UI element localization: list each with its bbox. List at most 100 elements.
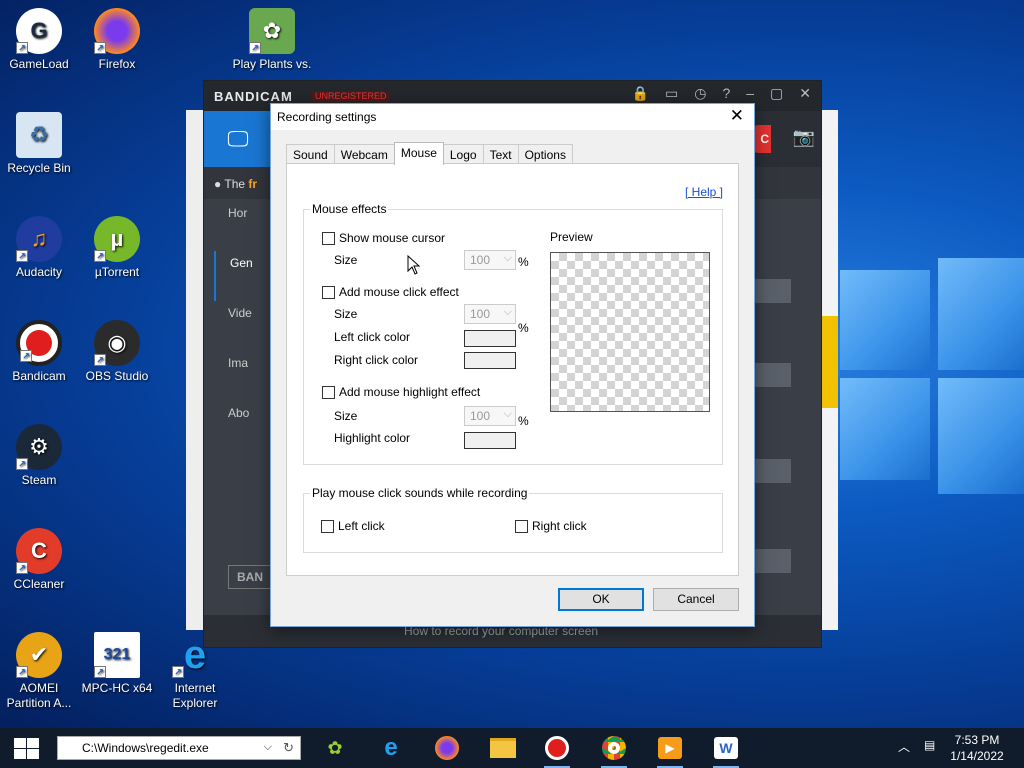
sidebar-item-image[interactable]: Ima — [214, 351, 274, 401]
help-icon[interactable]: ? — [722, 85, 730, 102]
tab-mouse[interactable]: Mouse — [393, 142, 444, 165]
dialog-titlebar: Recording settings ✕ — [271, 104, 754, 130]
desktop-icon-plants-vs-zombies[interactable]: ✿↗ Play Plants vs. Zombies — [232, 8, 312, 72]
plants-vs-zombies-icon: ✿ — [327, 737, 343, 758]
background-window-accent — [822, 316, 838, 408]
cursor-size-select[interactable]: 100 ⌵ — [464, 250, 516, 270]
desktop-icon-firefox[interactable]: ↗ Firefox — [77, 8, 157, 72]
desktop-icon-gameload[interactable]: G ↗ GameLoad — [0, 8, 79, 72]
taskbar-plants-vs-zombies[interactable]: ✿ — [320, 734, 350, 762]
left-click-color-swatch[interactable] — [464, 330, 516, 347]
ccleaner-icon: C ↗ — [16, 528, 62, 574]
screen-mode-icon[interactable]: 🖵 — [204, 111, 272, 167]
notification-icon[interactable]: ▤ — [924, 738, 935, 752]
clock-icon[interactable]: ◷ — [694, 85, 706, 102]
bandicam-title-icons: 🔒 ▭ ◷ ? – ▢ ✕ — [632, 85, 811, 102]
left-click-color-label: Left click color — [334, 330, 411, 344]
taskbar-file-explorer[interactable] — [488, 734, 518, 762]
settings-tabs: Sound Webcam Mouse Logo Text Options — [286, 142, 573, 165]
chevron-down-icon: ⌵ — [503, 408, 512, 420]
tab-logo[interactable]: Logo — [442, 144, 484, 165]
desktop-icon-utorrent[interactable]: µ ↗ µTorrent — [77, 216, 157, 280]
chevron-down-icon: ⌵ — [503, 252, 512, 264]
tab-options[interactable]: Options — [517, 144, 573, 165]
taskbar-media-player[interactable]: ▶ — [655, 734, 685, 768]
firefox-icon — [435, 736, 459, 760]
sidebar-item-about[interactable]: Abo — [214, 401, 274, 451]
sidebar-item-general[interactable]: Gen — [214, 251, 274, 301]
click-effect-row[interactable]: Add mouse click effect — [322, 285, 459, 299]
help-link[interactable]: [ Help ] — [685, 185, 723, 199]
desktop-icon-ccleaner[interactable]: C ↗ CCleaner — [0, 528, 79, 592]
click-size-label: Size — [334, 307, 358, 321]
refresh-icon[interactable]: ↻ — [283, 740, 294, 756]
cancel-button[interactable]: Cancel — [653, 588, 739, 611]
right-click-sound-label: Right click — [532, 519, 587, 533]
maximize-icon[interactable]: ▢ — [770, 85, 783, 102]
show-cursor-row[interactable]: Show mouse cursor — [322, 231, 445, 245]
plants-vs-zombies-icon: ✿ ↗ — [249, 8, 295, 54]
click-size-select[interactable]: 100 ⌵ — [464, 304, 516, 324]
sidebar-item-video[interactable]: Vide — [214, 301, 274, 351]
show-cursor-checkbox[interactable] — [322, 231, 335, 245]
chevron-down-icon[interactable]: ⌵ — [264, 741, 272, 754]
desktop-icon-mpc-hc[interactable]: 321 ↗ MPC-HC x64 — [77, 632, 157, 696]
tab-webcam[interactable]: Webcam — [333, 144, 395, 165]
taskbar-writer[interactable]: W — [711, 734, 741, 768]
taskbar-firefox[interactable] — [432, 734, 462, 762]
dialog-close-icon[interactable]: ✕ — [730, 106, 744, 126]
left-click-sound-label: Left click — [338, 519, 385, 533]
highlight-size-select[interactable]: 100 ⌵ — [464, 406, 516, 426]
highlight-effect-label: Add mouse highlight effect — [339, 385, 481, 399]
dialog-title: Recording settings — [277, 110, 377, 124]
mouse-tab-panel: [ Help ] Mouse effects Show mouse cursor… — [286, 163, 739, 576]
folder-icon[interactable]: ▭ — [665, 85, 678, 102]
chevron-up-icon[interactable]: ︿ — [898, 738, 910, 755]
highlight-color-swatch[interactable] — [464, 432, 516, 449]
click-effect-checkbox[interactable] — [322, 285, 335, 299]
tab-text[interactable]: Text — [482, 144, 519, 165]
bandicam-sidebar: Hor Gen Vide Ima Abo — [214, 201, 274, 451]
mouse-effects-title: Mouse effects — [310, 202, 389, 216]
recording-settings-dialog: Recording settings ✕ Sound Webcam Mouse … — [270, 103, 755, 627]
taskbar-bandicam[interactable] — [542, 734, 572, 768]
info-icon: ● — [214, 177, 222, 191]
chrome-icon — [602, 736, 626, 760]
sidebar-item-home[interactable]: Hor — [214, 201, 274, 251]
desktop-icon-bandicam[interactable]: ↗ Bandicam — [0, 320, 79, 384]
click-sounds-group: Play mouse click sounds while recording … — [303, 486, 723, 553]
audacity-icon: ♫ ↗ — [16, 216, 62, 262]
right-click-sound-row[interactable]: Right click — [515, 519, 587, 533]
percent-label: % — [518, 255, 529, 269]
highlight-effect-row[interactable]: Add mouse highlight effect — [322, 385, 480, 399]
click-sounds-title: Play mouse click sounds while recording — [310, 486, 530, 500]
left-click-sound-checkbox[interactable] — [321, 519, 334, 533]
right-click-color-swatch[interactable] — [464, 352, 516, 369]
close-icon[interactable]: ✕ — [799, 85, 811, 102]
highlight-color-label: Highlight color — [334, 431, 411, 445]
ok-button[interactable]: OK — [558, 588, 644, 611]
desktop-icon-aomei[interactable]: ✔ ↗ AOMEI Partition A... — [0, 632, 79, 711]
left-click-sound-row[interactable]: Left click — [321, 519, 385, 533]
unregistered-badge: UNREGISTERED — [312, 91, 390, 101]
desktop-icon-recycle-bin[interactable]: ♻ Recycle Bin — [0, 112, 79, 176]
lock-icon[interactable]: 🔒 — [632, 85, 649, 102]
taskbar-chrome[interactable] — [599, 734, 629, 768]
clock[interactable]: 7:53 PM 1/14/2022 — [944, 732, 1010, 764]
highlight-size-label: Size — [334, 409, 358, 423]
clock-time: 7:53 PM — [954, 733, 1000, 747]
address-input[interactable]: C:\Windows\regedit.exe ⌵ ↻ — [57, 736, 301, 760]
highlight-effect-checkbox[interactable] — [322, 385, 335, 399]
taskbar-edge[interactable]: e — [376, 734, 406, 762]
desktop-icon-obs[interactable]: ◉ ↗ OBS Studio — [77, 320, 157, 384]
mouse-pointer-icon — [407, 255, 421, 275]
tab-sound[interactable]: Sound — [286, 144, 335, 165]
media-player-icon: ▶ — [658, 737, 682, 759]
start-button[interactable] — [14, 738, 40, 760]
desktop-icon-audacity[interactable]: ♫ ↗ Audacity — [0, 216, 79, 280]
minimize-icon[interactable]: – — [746, 85, 754, 102]
camera-icon[interactable]: 📷 — [793, 127, 815, 148]
preview-label: Preview — [550, 230, 593, 244]
right-click-sound-checkbox[interactable] — [515, 519, 528, 533]
desktop-icon-steam[interactable]: ⚙ ↗ Steam — [0, 424, 79, 488]
